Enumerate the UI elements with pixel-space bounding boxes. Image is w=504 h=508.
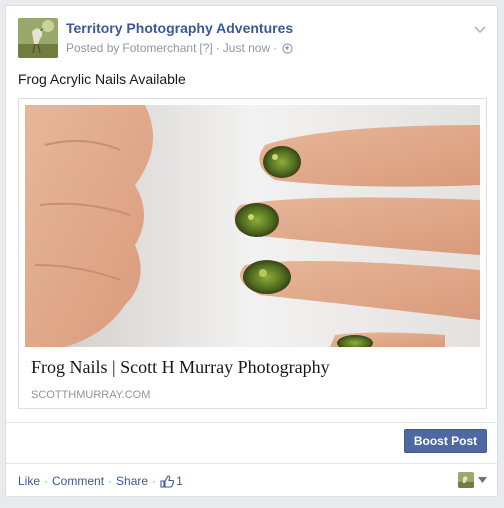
comment-link[interactable]: Comment [52, 474, 104, 488]
meta-separator: · [215, 41, 220, 55]
link-preview-image[interactable] [25, 105, 480, 347]
divider [6, 463, 497, 464]
link-domain: SCOTTHMURRAY.COM [31, 389, 151, 401]
chevron-down-icon[interactable] [473, 24, 487, 34]
link-title[interactable]: Frog Nails | Scott H Murray Photography [31, 357, 330, 378]
help-marker[interactable]: [?] [199, 41, 212, 55]
action-separator: · [108, 474, 113, 488]
globe-icon[interactable] [282, 42, 293, 54]
page-name-link[interactable]: Territory Photography Adventures [66, 20, 293, 36]
like-link[interactable]: Like [18, 474, 40, 488]
action-separator: · [44, 474, 49, 488]
link-preview[interactable]: Frog Nails | Scott H Murray Photography … [18, 98, 487, 409]
mini-page-avatar[interactable] [458, 472, 474, 488]
like-count[interactable]: 1 [176, 474, 183, 488]
post-message: Frog Acrylic Nails Available [18, 71, 186, 87]
post-actions: Like · Comment · Share · 1 [18, 474, 183, 488]
divider [6, 422, 497, 423]
share-link[interactable]: Share [116, 474, 148, 488]
caret-down-icon[interactable] [478, 477, 487, 483]
action-separator: · [152, 474, 157, 488]
post-card: Territory Photography Adventures Posted … [5, 5, 498, 497]
boost-post-button[interactable]: Boost Post [404, 429, 487, 453]
post-meta: Posted by Fotomerchant [?] · Just now · [66, 41, 293, 55]
posted-by-prefix: Posted by [66, 41, 120, 55]
meta-separator: · [273, 41, 278, 55]
poster-name-link[interactable]: Fotomerchant [122, 41, 196, 55]
page-identity-selector[interactable] [458, 472, 487, 488]
page-avatar[interactable] [18, 18, 58, 58]
thumbs-up-icon[interactable] [160, 474, 175, 488]
timestamp-link[interactable]: Just now [223, 41, 270, 55]
